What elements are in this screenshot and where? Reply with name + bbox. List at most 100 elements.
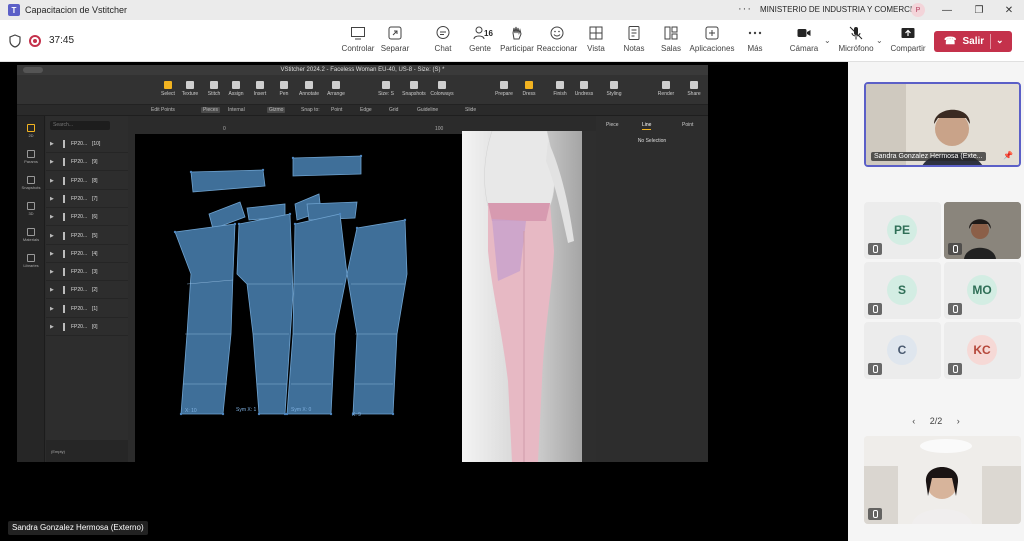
featured-video-tile[interactable]: Sandra Gonzalez Hermosa (Exte... 📌 <box>864 82 1021 167</box>
edit-points-toggle[interactable]: Edit Points <box>151 107 175 113</box>
internal-toggle[interactable]: Internal <box>228 107 245 113</box>
piece-tree-row[interactable]: ▶ FP20... [6] <box>46 209 128 227</box>
toolbar-label: Notas <box>623 44 645 53</box>
left-nav-item[interactable]: Libraries <box>17 254 45 268</box>
snap-grid-toggle[interactable]: Grid <box>389 107 398 113</box>
piece-name: FP20... <box>71 324 88 330</box>
piece-tree-row[interactable]: ▶ FP20... [3] <box>46 264 128 282</box>
participant-tile[interactable]: KC <box>944 322 1021 379</box>
vs-tool-button[interactable]: Snapshots <box>401 81 427 103</box>
expand-arrow-icon[interactable]: ▶ <box>50 287 54 293</box>
teams-logo-icon: T <box>8 4 20 16</box>
piece-name: FP20... <box>71 250 88 257</box>
left-nav-item[interactable]: Snapshots <box>17 176 45 190</box>
participant-tile[interactable]: MO <box>944 262 1021 319</box>
share-button[interactable]: Compartir <box>885 25 931 59</box>
microphone-button[interactable]: Micrófono <box>833 25 879 59</box>
participant-video-tile[interactable] <box>944 202 1021 259</box>
piece-tree-row[interactable]: ▶ FP20... [7] <box>46 191 128 208</box>
mic-off-icon <box>848 25 864 41</box>
vs-tool-button[interactable]: Undress <box>571 81 597 103</box>
vs-tool-button[interactable]: Insert <box>247 81 273 103</box>
snap-edge-toggle[interactable]: Edge <box>360 107 372 113</box>
rooms-button[interactable]: Salas <box>648 25 694 59</box>
vs-tool-button[interactable]: Arrange <box>323 81 349 103</box>
mic-muted-icon <box>948 363 962 375</box>
vs-tool-button[interactable]: Texture <box>177 81 203 103</box>
piece-tree-row[interactable]: ▶ FP20... [1] <box>46 301 128 318</box>
tab-point[interactable]: Point <box>682 122 693 128</box>
tool-icon <box>690 81 698 89</box>
expand-arrow-icon[interactable]: ▶ <box>50 233 54 239</box>
snap-guideline-toggle[interactable]: Guideline <box>417 107 438 113</box>
vs-tool-button[interactable]: Colorways <box>429 81 455 103</box>
camera-options-chevron-icon[interactable]: ⌄ <box>824 36 831 45</box>
vs-tool-button[interactable]: Dress <box>516 81 542 103</box>
piece-tree-row[interactable]: ▶ FP20... [0] <box>46 319 128 336</box>
pager-prev-icon[interactable]: ‹ <box>912 416 915 426</box>
participant-tile[interactable]: S <box>864 262 941 319</box>
more-button[interactable]: Más <box>732 25 778 59</box>
tool-icon <box>525 81 533 89</box>
pin-icon[interactable]: 📌 <box>1003 151 1013 160</box>
gizmo-toggle[interactable]: Gizmo <box>267 107 286 113</box>
piece-tree-row[interactable]: ▶ FP20... [2] <box>46 282 128 300</box>
expand-arrow-icon[interactable]: ▶ <box>50 214 54 220</box>
pattern-2d-canvas[interactable]: 0 100 X: 10 Sym X: 1 Sym X: 0 X: 9 <box>135 126 478 462</box>
piece-tree-row[interactable]: ▶ FP20... [10] <box>46 136 128 153</box>
pieces-search-input[interactable]: Search... <box>50 121 110 130</box>
slide-toggle[interactable]: Slide <box>465 107 476 113</box>
more-options-icon[interactable]: ··· <box>738 3 752 15</box>
piece-tree-row[interactable]: ▶ FP20... [4] <box>46 246 128 263</box>
vs-tool-button[interactable]: Prepare <box>491 81 517 103</box>
piece-tree-row[interactable]: ▶ FP20... [8] <box>46 173 128 190</box>
vs-tool-button[interactable]: Finish <box>547 81 573 103</box>
pieces-toggle[interactable]: Pieces <box>201 107 221 113</box>
expand-arrow-icon[interactable]: ▶ <box>50 196 54 202</box>
expand-arrow-icon[interactable]: ▶ <box>50 159 54 165</box>
vs-tool-button[interactable]: Annotate <box>296 81 322 103</box>
restore-icon[interactable]: ❐ <box>968 2 990 18</box>
expand-arrow-icon[interactable]: ▶ <box>50 306 54 312</box>
mic-muted-icon <box>868 508 882 520</box>
expand-arrow-icon[interactable]: ▶ <box>50 324 54 330</box>
tool-label: Finish <box>553 91 567 97</box>
expand-arrow-icon[interactable]: ▶ <box>50 178 54 184</box>
tab-piece[interactable]: Piece <box>606 122 619 128</box>
shield-icon[interactable] <box>9 34 21 48</box>
pieces-tree-panel: Search... ▶ FP20... [10] ▶ FP20... [9] ▶ FP20..… <box>46 116 128 462</box>
close-icon[interactable]: ✕ <box>998 2 1020 18</box>
piece-tree-row[interactable]: ▶ FP20... [5] <box>46 228 128 245</box>
vs-tool-button[interactable]: Size: S <box>373 81 399 103</box>
left-nav-item[interactable]: Materials <box>17 228 45 242</box>
minimize-icon[interactable]: — <box>936 2 958 18</box>
tab-line[interactable]: Line <box>642 122 652 130</box>
participant-tile[interactable]: C <box>864 322 941 379</box>
pop-out-button[interactable]: Separar <box>372 25 418 59</box>
pager-next-icon[interactable]: › <box>957 416 960 426</box>
piece-tree-row[interactable]: ▶ FP20... [9] <box>46 154 128 172</box>
left-nav-item[interactable]: 2D <box>17 124 45 138</box>
pattern-piece-front-left <box>174 223 236 415</box>
vs-tool-button[interactable]: Styling <box>601 81 627 103</box>
leave-button[interactable]: ☎ Salir ⌄ <box>934 31 1012 52</box>
expand-arrow-icon[interactable]: ▶ <box>50 251 54 257</box>
vs-tool-button[interactable]: Render <box>653 81 679 103</box>
vs-tool-button[interactable]: Share <box>681 81 707 103</box>
user-avatar[interactable]: P <box>911 3 925 17</box>
window-controls-icon[interactable] <box>23 67 43 73</box>
avatar-3d-view[interactable] <box>462 130 582 462</box>
leave-options-chevron-icon[interactable]: ⌄ <box>996 35 1004 46</box>
vs-tool-button[interactable]: Pen <box>271 81 297 103</box>
camera-button[interactable]: Cámara <box>781 25 827 59</box>
apps-button[interactable]: Aplicaciones <box>689 25 735 59</box>
expand-arrow-icon[interactable]: ▶ <box>50 141 54 147</box>
mic-options-chevron-icon[interactable]: ⌄ <box>876 36 883 45</box>
expand-arrow-icon[interactable]: ▶ <box>50 269 54 275</box>
vs-tool-button[interactable]: Assign <box>223 81 249 103</box>
left-nav-item[interactable]: Params <box>17 150 45 164</box>
participant-tile[interactable]: PE <box>864 202 941 259</box>
left-nav-item[interactable]: 3D <box>17 202 45 216</box>
participant-video-tile[interactable] <box>864 436 1021 524</box>
snap-point-toggle[interactable]: Point <box>331 107 342 113</box>
